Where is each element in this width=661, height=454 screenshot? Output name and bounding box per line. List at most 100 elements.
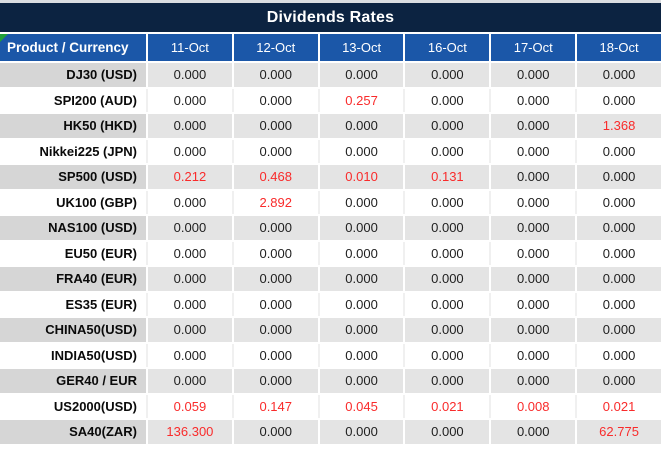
product-label: EU50 (EUR) — [0, 241, 148, 265]
dividend-value-cell: 0.000 — [577, 165, 661, 189]
dividend-value-cell: 0.000 — [319, 216, 406, 240]
column-header-16-oct: 16-Oct — [405, 34, 492, 61]
table-row: UK100 (GBP) 0.000 2.892 0.000 0.000 0.000 0.0… — [0, 190, 661, 216]
dividend-value-cell: 0.000 — [233, 216, 320, 240]
table-row: SP500 (USD) 0.212 0.468 0.010 0.131 0.000 0.0… — [0, 165, 661, 191]
dividend-value-cell: 0.000 — [405, 139, 492, 163]
dividend-value-cell: 0.000 — [491, 63, 578, 87]
dividends-rates-widget: Dividends Rates Product / Currency 11-Oc… — [0, 0, 661, 454]
dividend-value-cell: 0.000 — [319, 267, 406, 291]
dividend-value-cell: 0.045 — [320, 394, 406, 418]
dividend-value-cell: 0.010 — [319, 165, 406, 189]
dividend-value-cell: 0.147 — [234, 394, 320, 418]
dividend-value-cell: 0.000 — [491, 165, 578, 189]
dividend-value-cell: 2.892 — [234, 190, 320, 214]
dividend-value-cell: 0.131 — [405, 165, 492, 189]
dividend-value-cell: 0.000 — [405, 88, 492, 112]
dividend-value-cell: 0.000 — [148, 318, 234, 342]
dividend-value-cell: 0.000 — [491, 343, 578, 367]
table-row: INDIA50(USD) 0.000 0.000 0.000 0.000 0.000 0.… — [0, 343, 661, 369]
product-label: ES35 (EUR) — [0, 292, 148, 316]
dividend-value-cell: 0.000 — [405, 114, 492, 138]
dividend-value-cell: 0.000 — [319, 63, 406, 87]
table-title-bar: Dividends Rates — [0, 3, 661, 34]
table-body: DJ30 (USD) 0.000 0.000 0.000 0.000 0.000 0.00… — [0, 63, 661, 446]
dividend-value-cell: 0.021 — [602, 398, 636, 414]
product-label: INDIA50(USD) — [0, 343, 148, 367]
dividend-value-cell: 0.000 — [148, 216, 234, 240]
product-label: SPI200 (AUD) — [0, 88, 148, 112]
dividend-value-cell: 0.000 — [320, 292, 406, 316]
green-corner-flag-icon — [0, 34, 8, 42]
dividend-value-cell: 0.000 — [491, 369, 578, 393]
product-label: FRA40 (EUR) — [0, 267, 148, 291]
product-label: HK50 (HKD) — [0, 114, 148, 138]
product-label: Nikkei225 (JPN) — [0, 139, 148, 163]
dividend-value-cell: 0.000 — [491, 292, 578, 316]
product-label: DJ30 (USD) — [0, 63, 148, 87]
dividend-value-cell: 0.000 — [405, 190, 492, 214]
table-row: US2000(USD) 0.059 0.147 0.045 0.021 0.008 0.0… — [0, 394, 661, 420]
dividend-value-cell: 0.000 — [148, 139, 234, 163]
dividend-value-cell: 0.000 — [405, 216, 492, 240]
dividend-value-cell: 0.000 — [602, 92, 636, 108]
table-row: CHINA50(USD) 0.000 0.000 0.000 0.000 0.000 0.… — [0, 318, 661, 344]
dividend-value-cell: 0.000 — [405, 292, 492, 316]
dividend-value-cell: 0.000 — [491, 216, 578, 240]
dividend-value-cell: 0.000 — [602, 347, 636, 363]
table-row: SA40(ZAR) 136.300 0.000 0.000 0.000 0.000 62.… — [0, 420, 661, 446]
dividend-value-cell: 0.000 — [405, 420, 492, 444]
dividend-value-cell: 0.000 — [491, 190, 578, 214]
dividend-value-cell: 0.000 — [405, 318, 492, 342]
product-label: GER40 / EUR — [0, 369, 148, 393]
table-title: Dividends Rates — [266, 8, 395, 26]
column-header-18-oct: 18-Oct — [577, 34, 661, 61]
dividend-value-cell: 0.000 — [491, 241, 578, 265]
table-header-row: Product / Currency 11-Oct 12-Oct 13-Oct … — [0, 34, 661, 63]
product-label: SP500 (USD) — [0, 165, 148, 189]
table-row: DJ30 (USD) 0.000 0.000 0.000 0.000 0.000 0.00… — [0, 63, 661, 89]
dividend-value-cell: 0.000 — [148, 190, 234, 214]
dividend-value-cell: 0.000 — [602, 245, 636, 261]
dividend-value-cell: 0.008 — [491, 394, 578, 418]
table-row: FRA40 (EUR) 0.000 0.000 0.000 0.000 0.000 0.0… — [0, 267, 661, 293]
column-header-product-currency: Product / Currency — [0, 34, 148, 61]
dividend-value-cell: 0.000 — [148, 369, 234, 393]
dividend-value-cell: 0.000 — [319, 420, 406, 444]
dividend-value-cell: 0.000 — [405, 267, 492, 291]
dividend-value-cell: 0.468 — [233, 165, 320, 189]
dividend-value-cell: 0.000 — [320, 241, 406, 265]
dividend-value-cell: 0.000 — [491, 88, 578, 112]
dividend-value-cell: 1.368 — [577, 114, 661, 138]
dividend-value-cell: 0.000 — [234, 292, 320, 316]
dividend-value-cell: 0.000 — [233, 318, 320, 342]
dividend-value-cell: 0.000 — [148, 343, 234, 367]
dividend-value-cell: 0.000 — [233, 114, 320, 138]
dividend-value-cell: 0.000 — [148, 241, 234, 265]
dividend-value-cell: 0.000 — [491, 420, 578, 444]
dividend-value-cell: 0.000 — [577, 216, 661, 240]
dividend-value-cell: 0.000 — [233, 420, 320, 444]
table-row: SPI200 (AUD) 0.000 0.000 0.257 0.000 0.000 0.… — [0, 88, 661, 114]
dividend-value-cell: 0.021 — [405, 394, 492, 418]
dividend-value-cell: 0.000 — [577, 63, 661, 87]
product-label: NAS100 (USD) — [0, 216, 148, 240]
dividend-value-cell: 0.000 — [148, 292, 234, 316]
dividend-value-cell: 0.000 — [320, 190, 406, 214]
dividend-value-cell: 0.000 — [234, 88, 320, 112]
table-row: EU50 (EUR) 0.000 0.000 0.000 0.000 0.000 0.00… — [0, 241, 661, 267]
dividend-value-cell: 0.000 — [602, 194, 636, 210]
dividend-value-cell: 0.000 — [148, 114, 234, 138]
dividend-value-cell: 0.000 — [602, 143, 636, 159]
dividend-value-cell: 0.000 — [491, 318, 578, 342]
dividend-value-cell: 0.000 — [234, 139, 320, 163]
dividend-value-cell: 0.000 — [148, 267, 234, 291]
dividend-value-cell: 0.000 — [319, 114, 406, 138]
dividend-value-cell: 0.000 — [319, 318, 406, 342]
product-label: SA40(ZAR) — [0, 420, 148, 444]
dividend-value-cell: 0.000 — [405, 369, 492, 393]
dividend-value-cell: 0.000 — [320, 343, 406, 367]
column-header-label: Product / Currency — [7, 40, 129, 55]
dividend-value-cell: 0.000 — [234, 343, 320, 367]
table-row: Nikkei225 (JPN) 0.000 0.000 0.000 0.000 0.00… — [0, 139, 661, 165]
